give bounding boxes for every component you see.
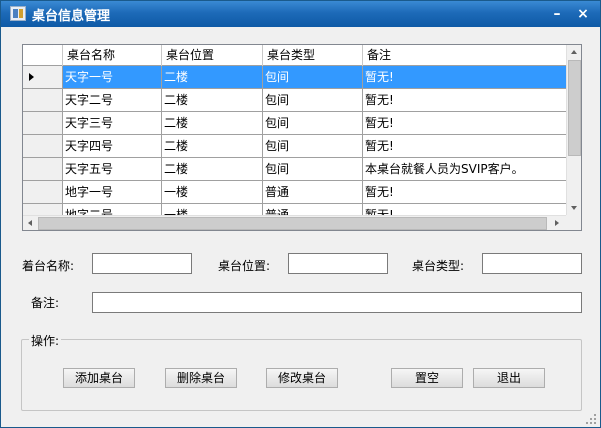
cell-location[interactable]: 二楼 (162, 112, 263, 135)
app-icon (10, 6, 26, 21)
row-header[interactable] (23, 89, 63, 112)
modify-table-button[interactable]: 修改桌台 (266, 368, 338, 388)
exit-button[interactable]: 退出 (473, 368, 545, 388)
location-input[interactable] (288, 253, 388, 274)
type-label: 桌台类型: (412, 259, 465, 273)
scroll-left-icon[interactable] (23, 216, 38, 230)
cell-location[interactable]: 二楼 (162, 89, 263, 112)
cell-remark[interactable]: 暂无! (363, 181, 568, 204)
column-header-remark[interactable]: 备注 (363, 45, 568, 66)
cell-name[interactable]: 地字一号 (63, 181, 162, 204)
title-bar[interactable]: 桌台信息管理 – × (1, 1, 600, 27)
cell-type[interactable]: 普通 (263, 181, 363, 204)
cell-remark[interactable]: 本桌台就餐人员为SVIP客户。 (363, 158, 568, 181)
clear-button[interactable]: 置空 (391, 368, 463, 388)
cell-remark[interactable]: 暂无! (363, 112, 568, 135)
scroll-down-icon[interactable] (567, 201, 581, 216)
cell-type[interactable]: 包间 (263, 158, 363, 181)
cell-location[interactable]: 二楼 (162, 135, 263, 158)
name-label: 着台名称: (22, 259, 75, 273)
cell-remark[interactable]: 暂无! (363, 66, 568, 89)
table-row[interactable]: 地字一号 一楼 普通 暂无! (23, 181, 568, 204)
scrollbar-corner (566, 215, 581, 230)
table-row[interactable]: 天字二号 二楼 包间 暂无! (23, 89, 568, 112)
scroll-up-icon[interactable] (567, 45, 581, 60)
cell-name[interactable]: 天字三号 (63, 112, 162, 135)
cell-type[interactable]: 包间 (263, 112, 363, 135)
close-button[interactable]: × (573, 5, 593, 23)
remark-label: 备注: (31, 296, 60, 310)
table-grid[interactable]: 桌台名称 桌台位置 桌台类型 备注 天字一号 二楼 包间 暂无! 天字二号 二楼… (22, 44, 582, 231)
grid-header: 桌台名称 桌台位置 桌台类型 备注 (23, 45, 568, 66)
row-header[interactable] (23, 181, 63, 204)
cell-location[interactable]: 二楼 (162, 66, 263, 89)
cell-remark[interactable]: 暂无! (363, 135, 568, 158)
column-header-type[interactable]: 桌台类型 (263, 45, 363, 66)
row-header[interactable] (23, 135, 63, 158)
type-input[interactable] (482, 253, 582, 274)
current-row-arrow-icon (29, 73, 34, 81)
add-table-button[interactable]: 添加桌台 (63, 368, 135, 388)
row-header-corner (23, 45, 63, 66)
cell-name[interactable]: 天字二号 (63, 89, 162, 112)
operations-group-title: 操作: (29, 332, 62, 349)
column-header-location[interactable]: 桌台位置 (162, 45, 263, 66)
table-row[interactable]: 天字三号 二楼 包间 暂无! (23, 112, 568, 135)
cell-type[interactable]: 包间 (263, 89, 363, 112)
cell-location[interactable]: 一楼 (162, 181, 263, 204)
horizontal-scrollbar[interactable] (23, 215, 568, 230)
grid-body: 天字一号 二楼 包间 暂无! 天字二号 二楼 包间 暂无! 天字三号 二楼 包间… (23, 66, 568, 216)
table-row[interactable]: 天字五号 二楼 包间 本桌台就餐人员为SVIP客户。 (23, 158, 568, 181)
scroll-right-icon[interactable] (549, 216, 564, 230)
row-header[interactable] (23, 112, 63, 135)
window-title: 桌台信息管理 (32, 9, 111, 24)
table-info-window: 桌台信息管理 – × 桌台名称 桌台位置 桌台类型 备注 天字一号 二楼 包间 … (0, 0, 601, 428)
name-input[interactable] (92, 253, 192, 274)
minimize-button[interactable]: – (547, 5, 567, 23)
cell-type[interactable]: 包间 (263, 66, 363, 89)
cell-location[interactable]: 二楼 (162, 158, 263, 181)
cell-name[interactable]: 天字五号 (63, 158, 162, 181)
vertical-scrollbar[interactable] (566, 45, 581, 216)
column-header-name[interactable]: 桌台名称 (63, 45, 162, 66)
cell-name[interactable]: 天字一号 (63, 66, 162, 89)
table-row[interactable]: 天字四号 二楼 包间 暂无! (23, 135, 568, 158)
cell-type[interactable]: 包间 (263, 135, 363, 158)
vertical-scroll-thumb[interactable] (568, 60, 581, 156)
resize-grip-icon[interactable] (586, 414, 596, 424)
row-header[interactable] (23, 66, 63, 89)
horizontal-scroll-thumb[interactable] (38, 217, 547, 230)
location-label: 桌台位置: (218, 259, 271, 273)
table-row[interactable]: 天字一号 二楼 包间 暂无! (23, 66, 568, 89)
cell-name[interactable]: 天字四号 (63, 135, 162, 158)
row-header[interactable] (23, 158, 63, 181)
delete-table-button[interactable]: 删除桌台 (165, 368, 237, 388)
cell-remark[interactable]: 暂无! (363, 89, 568, 112)
remark-input[interactable] (92, 292, 582, 313)
